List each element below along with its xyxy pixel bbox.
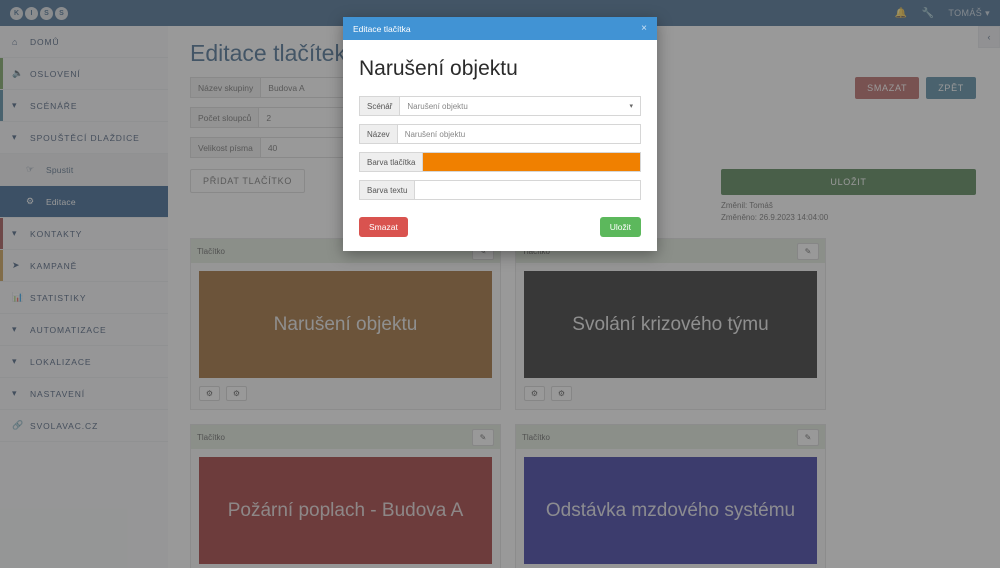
field-barva-tlacitka[interactable]: Barva tlačítka — [359, 152, 641, 172]
name-input[interactable]: Narušení objektu — [396, 124, 641, 144]
field-label: Scénář — [359, 96, 400, 116]
edit-button-modal: Editace tlačítka × Narušení objektu Scén… — [343, 17, 657, 251]
modal-body: Narušení objektu Scénář Narušení objektu… — [343, 40, 657, 251]
button-color-swatch[interactable] — [422, 152, 641, 172]
app-root: K I S S 🔔 🔧 TOMÁŠ ▾ ⌂ DOMŮ 🔈 OSLOVENÍ ▾ … — [0, 0, 1000, 568]
field-scenar[interactable]: Scénář Narušení objektu ▾ — [359, 96, 641, 116]
modal-title-bar-label: Editace tlačítka — [353, 23, 411, 34]
text-color-swatch[interactable] — [414, 180, 641, 200]
modal-heading: Narušení objektu — [359, 57, 518, 80]
field-label: Barva textu — [359, 180, 415, 200]
modal-header: Editace tlačítka × — [343, 17, 657, 40]
field-label: Název — [359, 124, 397, 144]
field-label: Barva tlačítka — [359, 152, 423, 172]
field-barva-textu[interactable]: Barva textu — [359, 180, 641, 200]
close-icon[interactable]: × — [641, 23, 647, 34]
chevron-down-icon: ▾ — [629, 103, 633, 110]
modal-footer: Smazat Uložit — [359, 217, 641, 237]
scenario-select-value: Narušení objektu — [407, 101, 468, 111]
modal-save-button[interactable]: Uložit — [599, 217, 641, 237]
modal-delete-button[interactable]: Smazat — [359, 217, 408, 237]
field-nazev[interactable]: Název Narušení objektu — [359, 124, 641, 144]
scenario-select[interactable]: Narušení objektu ▾ — [399, 96, 641, 116]
